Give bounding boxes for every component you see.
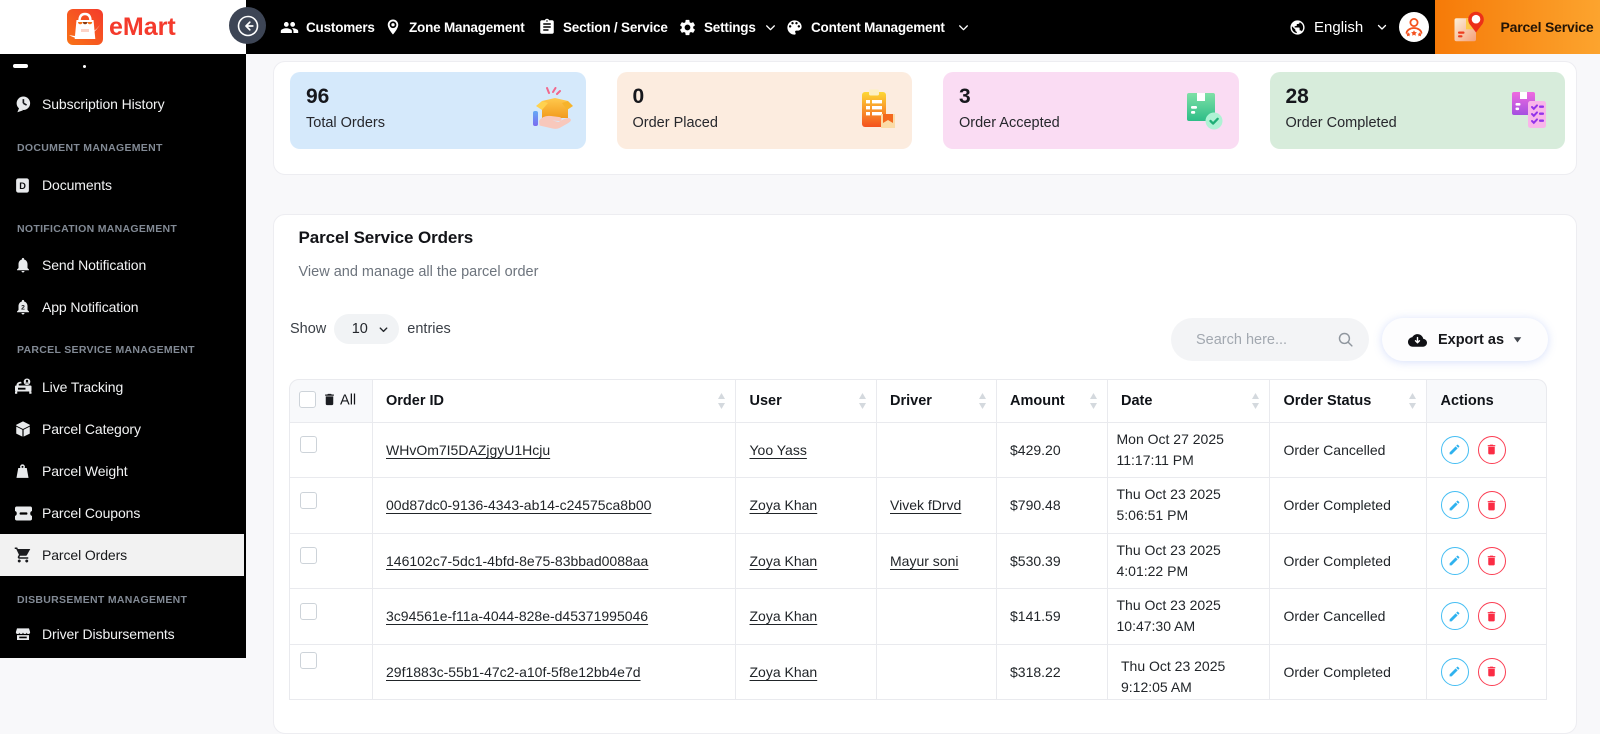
svg-text:D: D: [19, 181, 26, 191]
svg-text:2: 2: [21, 304, 25, 311]
